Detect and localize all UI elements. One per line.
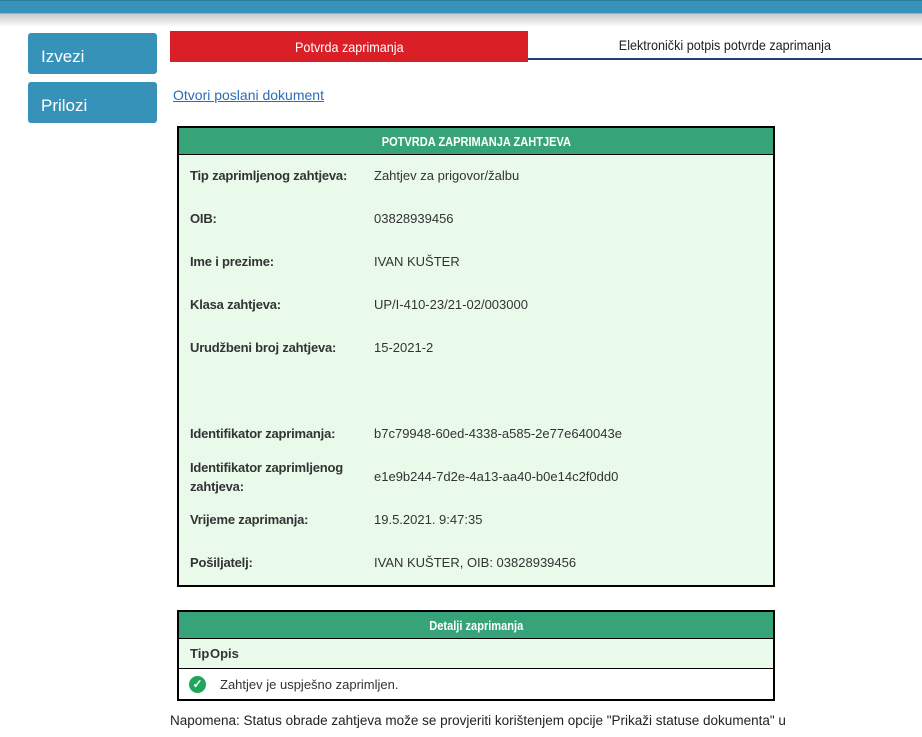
table-row: OIB: 03828939456 (179, 198, 773, 241)
detail-row: ✓ Zahtjev je uspješno zaprimljen. (179, 669, 773, 699)
row-label: OIB: (179, 210, 374, 229)
receipt-table-title: POTVRDA ZAPRIMANJA ZAHTJEVA (179, 128, 773, 155)
top-navigation-bar (0, 0, 922, 13)
row-label: Identifikator zaprimljenog zahtjeva: (179, 459, 374, 497)
table-row: Identifikator zaprimanja: b7c79948-60ed-… (179, 413, 773, 456)
tab-bar: Potvrda zaprimanja Elektronički potpis p… (170, 31, 922, 60)
receipt-table: POTVRDA ZAPRIMANJA ZAHTJEVA Tip zaprimlj… (177, 126, 775, 587)
detail-type-cell: ✓ (179, 676, 210, 693)
row-value: Zahtjev za prigovor/žalbu (374, 167, 773, 186)
open-sent-document-link[interactable]: Otvori poslani dokument (173, 87, 324, 103)
row-label: Klasa zahtjeva: (179, 296, 374, 315)
row-value: 19.5.2021. 9:47:35 (374, 511, 773, 530)
row-label: Identifikator zaprimanja: (179, 425, 374, 444)
table-row: Klasa zahtjeva: UP/I-410-23/21-02/003000 (179, 284, 773, 327)
row-label: Urudžbeni broj zahtjeva: (179, 339, 374, 358)
tab-label: Elektronički potpis potvrde zaprimanja (619, 37, 831, 53)
table-row: Ime i prezime: IVAN KUŠTER (179, 241, 773, 284)
note-text: Napomena: Status obrade zahtjeva može se… (170, 712, 830, 731)
row-value: UP/I-410-23/21-02/003000 (374, 296, 773, 315)
success-check-icon: ✓ (189, 676, 206, 693)
table-row: Pošiljatelj: IVAN KUŠTER, OIB: 038289394… (179, 542, 773, 585)
table-row: Identifikator zaprimljenog zahtjeva: e1e… (179, 456, 773, 499)
tab-elektronicki-potpis[interactable]: Elektronički potpis potvrde zaprimanja (528, 31, 922, 58)
row-value: IVAN KUŠTER (374, 253, 773, 272)
details-column-headers: Tip Opis (179, 639, 773, 669)
details-table-title: Detalji zaprimanja (179, 612, 773, 639)
column-header-tip: Tip (179, 646, 210, 661)
row-label: Tip zaprimljenog zahtjeva: (179, 167, 374, 186)
tab-label: Potvrda zaprimanja (295, 39, 404, 55)
detail-description: Zahtjev je uspješno zaprimljen. (210, 677, 773, 692)
row-value: e1e9b244-7d2e-4a13-aa40-b0e14c2f0dd0 (374, 468, 773, 487)
table-row: Tip zaprimljenog zahtjeva: Zahtjev za pr… (179, 155, 773, 198)
row-label: Pošiljatelj: (179, 554, 374, 573)
table-row: Urudžbeni broj zahtjeva: 15-2021-2 (179, 327, 773, 370)
attachments-button[interactable]: Prilozi (28, 82, 157, 123)
row-label: Ime i prezime: (179, 253, 374, 272)
row-value: b7c79948-60ed-4338-a585-2e77e640043e (374, 425, 773, 444)
table-row: Vrijeme zaprimanja: 19.5.2021. 9:47:35 (179, 499, 773, 542)
tab-potvrda-zaprimanja[interactable]: Potvrda zaprimanja (170, 31, 528, 62)
row-value: 03828939456 (374, 210, 773, 229)
export-button[interactable]: Izvezi (28, 33, 157, 74)
table-row-empty (179, 370, 773, 413)
column-header-opis: Opis (210, 646, 773, 661)
row-label: Vrijeme zaprimanja: (179, 511, 374, 530)
details-table: Detalji zaprimanja Tip Opis ✓ Zahtjev je… (177, 610, 775, 701)
row-value: 15-2021-2 (374, 339, 773, 358)
topbar-shadow (0, 13, 922, 27)
row-value: IVAN KUŠTER, OIB: 03828939456 (374, 554, 773, 573)
